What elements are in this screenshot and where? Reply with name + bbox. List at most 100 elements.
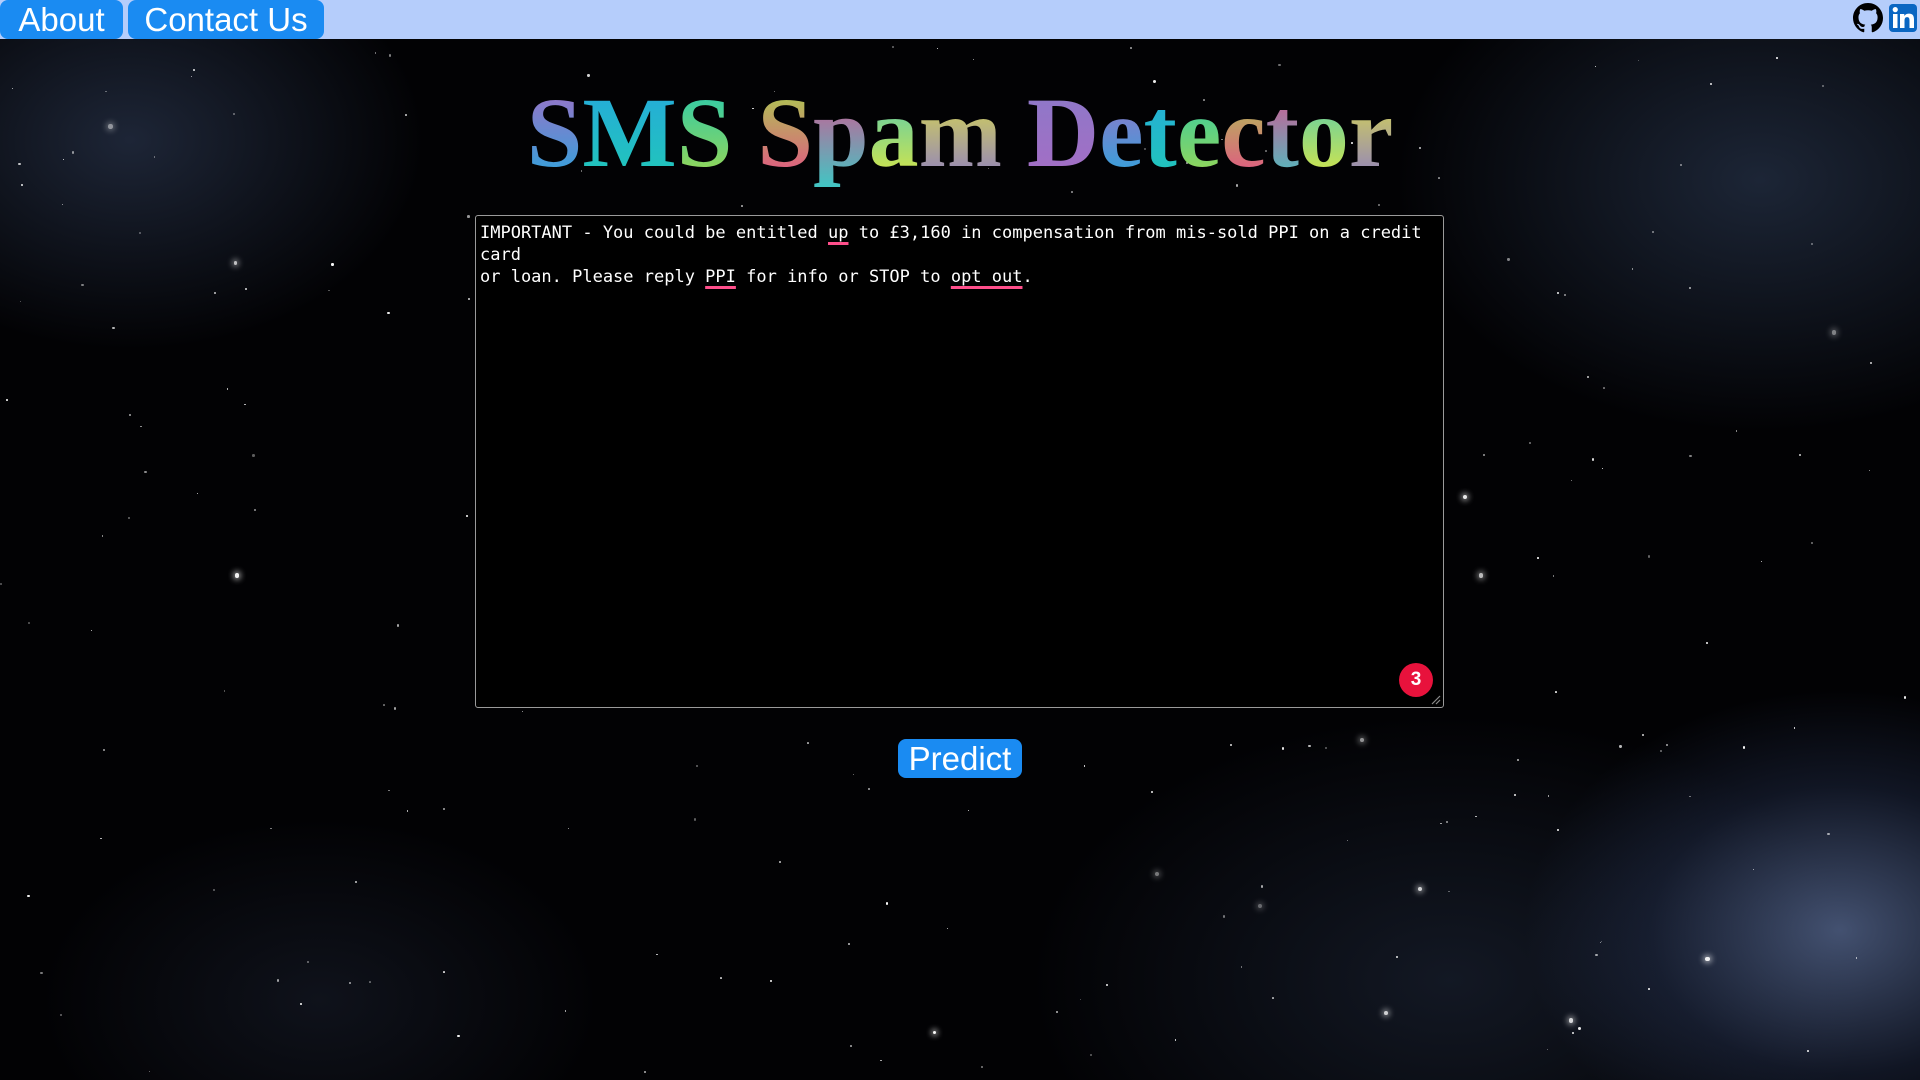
star-dot — [1080, 999, 1082, 1001]
star-dot — [850, 1044, 853, 1047]
star-dot — [1799, 453, 1802, 456]
star-dot — [139, 231, 142, 235]
star-dot — [1831, 330, 1837, 335]
star-dot — [564, 1010, 567, 1013]
star-dot — [270, 828, 272, 830]
star-dot — [1475, 815, 1478, 818]
star-dot — [695, 765, 698, 768]
star-dot — [1652, 230, 1655, 233]
star-dot — [328, 290, 330, 292]
star-dot — [355, 881, 358, 884]
star-dot — [967, 809, 969, 811]
star-dot — [1230, 743, 1233, 746]
star-dot — [60, 1013, 62, 1016]
star-dot — [213, 291, 217, 295]
spellcheck-flagged-word[interactable]: up — [828, 223, 848, 243]
star-dot — [1071, 190, 1073, 193]
contact-us-button[interactable]: Contact Us — [128, 0, 324, 39]
star-dot — [1261, 885, 1264, 888]
star-dot — [81, 283, 84, 286]
star-dot — [1760, 560, 1762, 563]
star-dot — [112, 326, 115, 329]
star-dot — [1742, 746, 1746, 749]
star-dot — [1735, 430, 1738, 432]
sms-message-textarea[interactable]: IMPORTANT - You could be entitled up to … — [475, 215, 1444, 708]
star-dot — [465, 515, 468, 518]
star-dot — [1577, 1026, 1581, 1030]
star-dot — [1514, 793, 1517, 797]
star-dot — [1150, 790, 1154, 793]
resize-handle-icon[interactable] — [1429, 693, 1441, 705]
star-dot — [223, 690, 225, 692]
spellcheck-flagged-word[interactable]: PPI — [705, 267, 736, 287]
title-letter: p — [812, 77, 869, 188]
star-dot — [880, 1060, 882, 1062]
star-dot — [388, 54, 391, 57]
star-dot — [1571, 1031, 1575, 1035]
star-dot — [1482, 453, 1485, 456]
star-dot — [644, 1070, 647, 1073]
star-dot — [1568, 1018, 1573, 1023]
star-dot — [1462, 494, 1467, 499]
star-dot — [1552, 575, 1555, 577]
star-dot — [212, 888, 216, 892]
star-dot — [90, 629, 93, 632]
linkedin-icon[interactable] — [1888, 3, 1918, 38]
predict-button[interactable]: Predict — [898, 739, 1022, 778]
star-dot — [457, 1034, 460, 1037]
message-text-segment: for info or STOP to — [735, 267, 951, 287]
star-dot — [1855, 957, 1857, 959]
star-dot — [276, 979, 280, 982]
star-dot — [62, 203, 64, 206]
star-dot — [233, 261, 238, 265]
star-dot — [1056, 1011, 1059, 1014]
star-dot — [885, 902, 888, 905]
star-dot — [1601, 467, 1604, 470]
spellcheck-count-badge[interactable]: 3 — [1399, 663, 1433, 697]
title-letter: S — [757, 77, 813, 188]
star-dot — [720, 976, 723, 979]
star-dot — [1689, 287, 1691, 289]
star-dot — [144, 470, 147, 474]
star-dot — [1647, 555, 1651, 558]
star-dot — [1587, 376, 1590, 379]
star-dot — [1660, 749, 1662, 752]
github-icon[interactable] — [1853, 3, 1883, 38]
star-dot — [1516, 758, 1520, 761]
star-dot — [1689, 455, 1692, 458]
star-dot — [0, 582, 3, 585]
star-dot — [981, 1065, 984, 1068]
star-dot — [406, 809, 409, 812]
star-dot — [1546, 1048, 1548, 1050]
star-dot — [1222, 915, 1226, 918]
about-button[interactable]: About — [0, 0, 123, 39]
title-letter: t — [1265, 77, 1299, 188]
title-letter: M — [582, 77, 677, 188]
sms-message-text[interactable]: IMPORTANT - You could be entitled up to … — [480, 222, 1440, 288]
title-letter: r — [1348, 77, 1394, 188]
star-dot — [1174, 1039, 1177, 1041]
star-dot — [1806, 1049, 1809, 1052]
star-dot — [1537, 557, 1539, 560]
star-dot — [1706, 642, 1709, 645]
star-dot — [1417, 887, 1422, 892]
star-dot — [770, 980, 772, 982]
star-dot — [101, 535, 103, 537]
spellcheck-flagged-word[interactable]: opt out — [951, 267, 1023, 287]
star-dot — [1554, 690, 1557, 693]
star-dot — [190, 76, 193, 78]
star-dot — [1272, 997, 1274, 999]
message-text-segment: IMPORTANT - You could be entitled — [480, 223, 828, 243]
star-dot — [306, 960, 309, 963]
title-letter: t — [1143, 77, 1177, 188]
star-dot — [1594, 66, 1597, 68]
star-dot — [1753, 869, 1755, 871]
star-dot — [1384, 1011, 1389, 1016]
star-dot — [1776, 56, 1778, 59]
star-dot — [892, 46, 895, 49]
star-dot — [1811, 541, 1814, 544]
star-dot — [1689, 795, 1691, 797]
star-dot — [1556, 291, 1559, 294]
star-dot — [252, 454, 255, 457]
star-dot — [1600, 941, 1602, 943]
